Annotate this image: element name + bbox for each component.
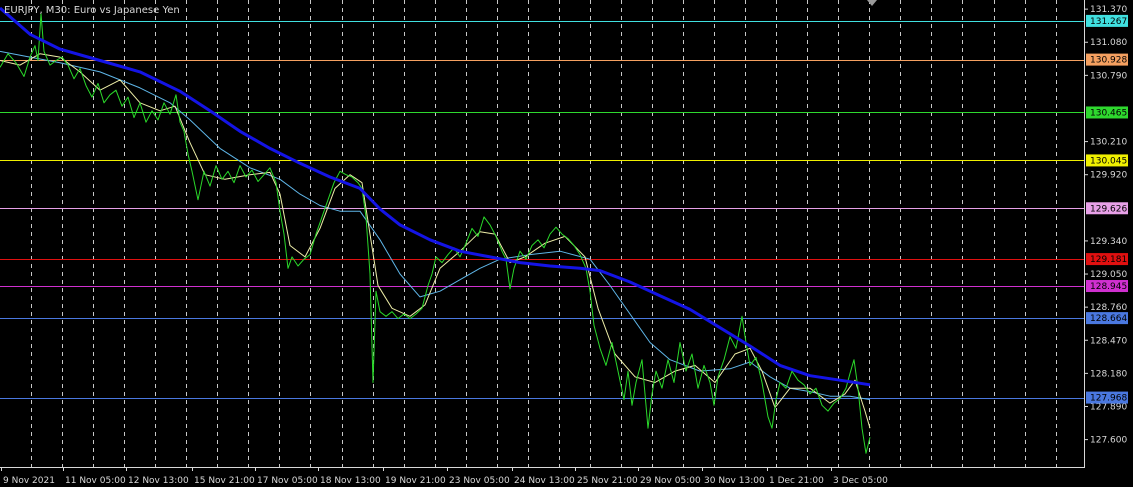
time-tick-label: 1 Dec 21:00	[769, 476, 824, 486]
price-tick-label: 129.920	[1090, 171, 1127, 181]
time-tick-label: 15 Nov 21:00	[194, 476, 255, 486]
price-tick-label: 131.370	[1090, 5, 1127, 15]
price-tick-label: 129.340	[1090, 237, 1127, 247]
chart-title: EURJPY, M30: Euro vs Japanese Yen	[4, 5, 180, 16]
price-tick-label: 128.760	[1090, 303, 1127, 313]
level-label: 130.465	[1090, 108, 1127, 118]
price-tick-label: 127.600	[1090, 436, 1127, 446]
time-tick-label: 23 Nov 05:00	[449, 476, 510, 486]
time-tick-label: 24 Nov 13:00	[514, 476, 575, 486]
price-tick-label: 128.470	[1090, 336, 1127, 346]
price-tick-label: 130.210	[1090, 138, 1127, 148]
chart: 131.370 131.080 130.790 130.210 129.920 129.3…	[0, 0, 1133, 487]
price-tick-label: 131.080	[1090, 38, 1127, 48]
level-label: 128.945	[1090, 282, 1127, 292]
level-label: 130.045	[1090, 156, 1127, 166]
time-tick-label: 29 Nov 05:00	[640, 476, 701, 486]
time-tick-label: 3 Dec 05:00	[833, 476, 888, 486]
level-label: 130.928	[1090, 56, 1127, 66]
level-label: 129.181	[1090, 255, 1127, 265]
time-tick-label: 30 Nov 13:00	[704, 476, 765, 486]
time-tick-label: 12 Nov 13:00	[128, 476, 189, 486]
time-tick-label: 9 Nov 2021	[3, 476, 55, 486]
level-label: 127.968	[1090, 394, 1127, 404]
time-tick-label: 17 Nov 05:00	[257, 476, 318, 486]
price-tick-label: 130.790	[1090, 71, 1127, 81]
chart-background	[0, 0, 1133, 487]
price-tick-label: 128.180	[1090, 369, 1127, 379]
price-tick-label: 127.890	[1090, 402, 1127, 412]
level-label: 128.664	[1090, 314, 1127, 324]
level-label: 129.626	[1090, 204, 1127, 214]
level-label: 131.267	[1090, 17, 1127, 27]
time-tick-label: 25 Nov 21:00	[577, 476, 638, 486]
time-tick-label: 11 Nov 05:00	[65, 476, 126, 486]
price-tick-label: 129.050	[1090, 270, 1127, 280]
time-tick-label: 19 Nov 21:00	[385, 476, 446, 486]
time-tick-label: 18 Nov 13:00	[320, 476, 381, 486]
